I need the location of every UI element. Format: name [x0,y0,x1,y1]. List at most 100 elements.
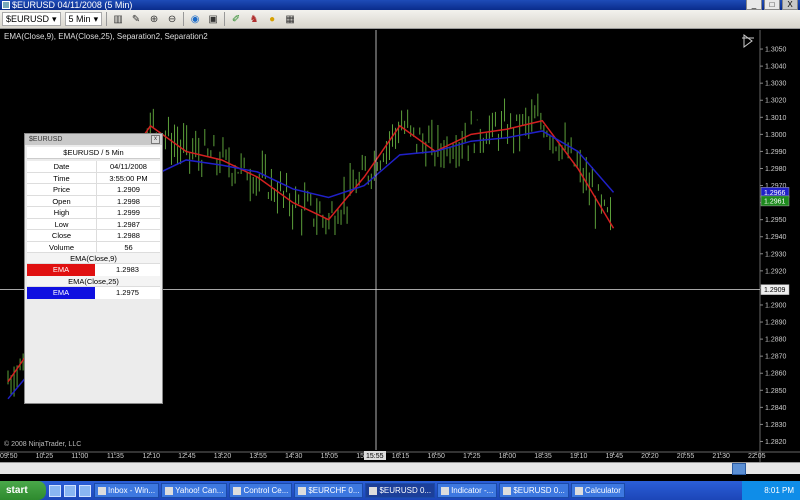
data-window-row: Time 3:55:00 PM [27,172,160,184]
y-tick-label: 1.2920 [765,268,787,275]
horizontal-scrollbar[interactable] [0,462,800,475]
x-tick-label: 13:55 [249,453,267,460]
y-tick-label: 1.2840 [765,405,787,412]
x-tick-label: 16:15 [392,453,410,460]
x-tick-label: 12:45 [178,453,196,460]
strategy-icon[interactable]: ♞ [247,12,261,26]
start-button[interactable]: start [0,481,46,500]
toolbar-divider [183,12,185,26]
scrollbar-thumb[interactable] [732,463,746,475]
data-window[interactable]: $EURUSD x $EURUSD / 5 Min Date 04/11/2008… [24,133,163,404]
data-window-close-button[interactable]: x [151,135,160,144]
interval-dropdown[interactable]: 5 Min ▾ [64,12,103,26]
chevron-down-icon: ▾ [52,14,57,24]
x-tick-label: 20:20 [641,453,659,460]
app-icon [441,486,450,495]
minimize-button[interactable]: _ [746,0,762,10]
row-value: 1.2999 [117,208,140,217]
y-tick-label: 1.2900 [765,302,787,309]
taskbar-button[interactable]: $EURUSD 0... [365,483,436,498]
x-tick-label: 12:10 [142,453,160,460]
data-window-row: High 1.2999 [27,207,160,219]
x-tick-label: 13:20 [214,453,232,460]
y-tick-label: 1.3000 [765,132,787,139]
row-key: Time [27,172,97,183]
y-tick-label: 1.2820 [765,439,787,446]
taskbar-button[interactable]: Control Ce... [229,483,293,498]
data-box-icon[interactable]: ▣ [206,12,220,26]
system-tray: 8:01 PM [742,481,800,500]
globe-icon[interactable]: ◉ [188,12,202,26]
taskbar-button[interactable]: $EURCHF 0... [294,483,364,498]
bar-type-icon[interactable]: ▥ [111,12,125,26]
taskbar-button[interactable]: Calculator [570,483,625,498]
app-window: $EURUSD 04/11/2008 (5 Min) _ □ X $EURUSD… [0,0,800,500]
y-tick-label: 1.2830 [765,422,787,429]
y-tick-label: 1.3020 [765,98,787,105]
draw-icon[interactable]: ✎ [129,12,143,26]
ema9-header: EMA(Close,9) [27,253,160,264]
taskbar-button-label: Control Ce... [243,486,289,495]
chart-toolbar: $EURUSD ▾ 5 Min ▾ ▥ ✎ ⊕ ⊖ ◉ ▣ ✐ ♞ ● ▦ [0,10,800,29]
alert-icon[interactable]: ● [265,12,279,26]
row-key: Volume [27,241,97,252]
y-tick-label: 1.2980 [765,166,787,173]
y-tick-label: 1.2990 [765,149,787,156]
ema9-value: 1.2983 [116,265,139,274]
x-tick-label: 10:25 [36,453,54,460]
ema25-value: 1.2975 [116,288,139,297]
window-controls: _ □ X [746,0,798,10]
zoom-in-icon[interactable]: ⊕ [147,12,161,26]
app-icon [165,486,174,495]
instrument-dropdown[interactable]: $EURUSD ▾ [2,12,61,26]
properties-icon[interactable]: ✐ [229,12,243,26]
x-tick-label: 22:05 [748,453,766,460]
row-value: 1.2909 [117,185,140,194]
taskbar-button[interactable]: Yahoo! Can... [161,483,228,498]
row-key: Price [27,184,97,195]
app-icon [98,486,106,495]
taskbar-button-label: Calculator [584,486,621,495]
close-button[interactable]: X [782,0,798,10]
clock: 8:01 PM [764,486,794,495]
ema9-key: EMA [27,264,95,276]
row-value: 1.2998 [117,196,140,206]
y-tick-label: 1.2950 [765,217,787,224]
instrument-label: $EURUSD [6,14,50,24]
quick-launch-icon[interactable] [49,484,61,497]
app-icon [503,486,512,495]
taskbar-button[interactable]: $EURUSD 0... [499,483,569,498]
x-tick-label: 11:00 [71,453,88,460]
taskbar-button[interactable]: Inbox - Win... [94,483,160,498]
title-bar[interactable]: $EURUSD 04/11/2008 (5 Min) _ □ X [0,0,800,10]
data-window-title-bar[interactable]: $EURUSD x [25,134,162,145]
x-tick-label: 21:30 [712,453,730,460]
taskbar-button[interactable]: Indicator -... [437,483,498,498]
maximize-button[interactable]: □ [764,0,780,10]
y-tick-label: 1.3030 [765,81,787,88]
interval-label: 5 Min [68,14,91,24]
x-tick-label: 18:35 [534,453,552,460]
ema25-key: EMA [27,287,95,299]
x-tick-label: 19:10 [570,453,588,460]
x-tick-label: 14:30 [285,453,303,460]
quick-launch-icon[interactable] [64,484,76,497]
quick-launch-icon[interactable] [79,484,91,497]
ema9-price-marker: 1.2961 [764,198,786,205]
x-tick-label: 16:50 [427,453,445,460]
crosshair-time-label: 15:55 [366,453,384,460]
taskbar-button-label: Yahoo! Can... [175,486,224,495]
toolbar-divider [224,12,226,26]
data-window-row: Open 1.2998 [27,195,160,207]
ema25-header: EMA(Close,25) [27,276,160,287]
y-tick-label: 1.2940 [765,234,787,241]
row-key: Date [27,161,97,172]
data-window-title: $EURUSD [29,136,63,143]
play-icon [742,34,754,48]
link-icon[interactable]: ▦ [283,12,297,26]
taskbar: start Inbox - Win... Yahoo! Can... Control… [0,481,800,500]
taskbar-button-label: Inbox - Win... [108,486,156,495]
row-value: 1.2987 [117,219,140,229]
data-window-row: Date 04/11/2008 [27,161,160,173]
zoom-out-icon[interactable]: ⊖ [165,12,179,26]
